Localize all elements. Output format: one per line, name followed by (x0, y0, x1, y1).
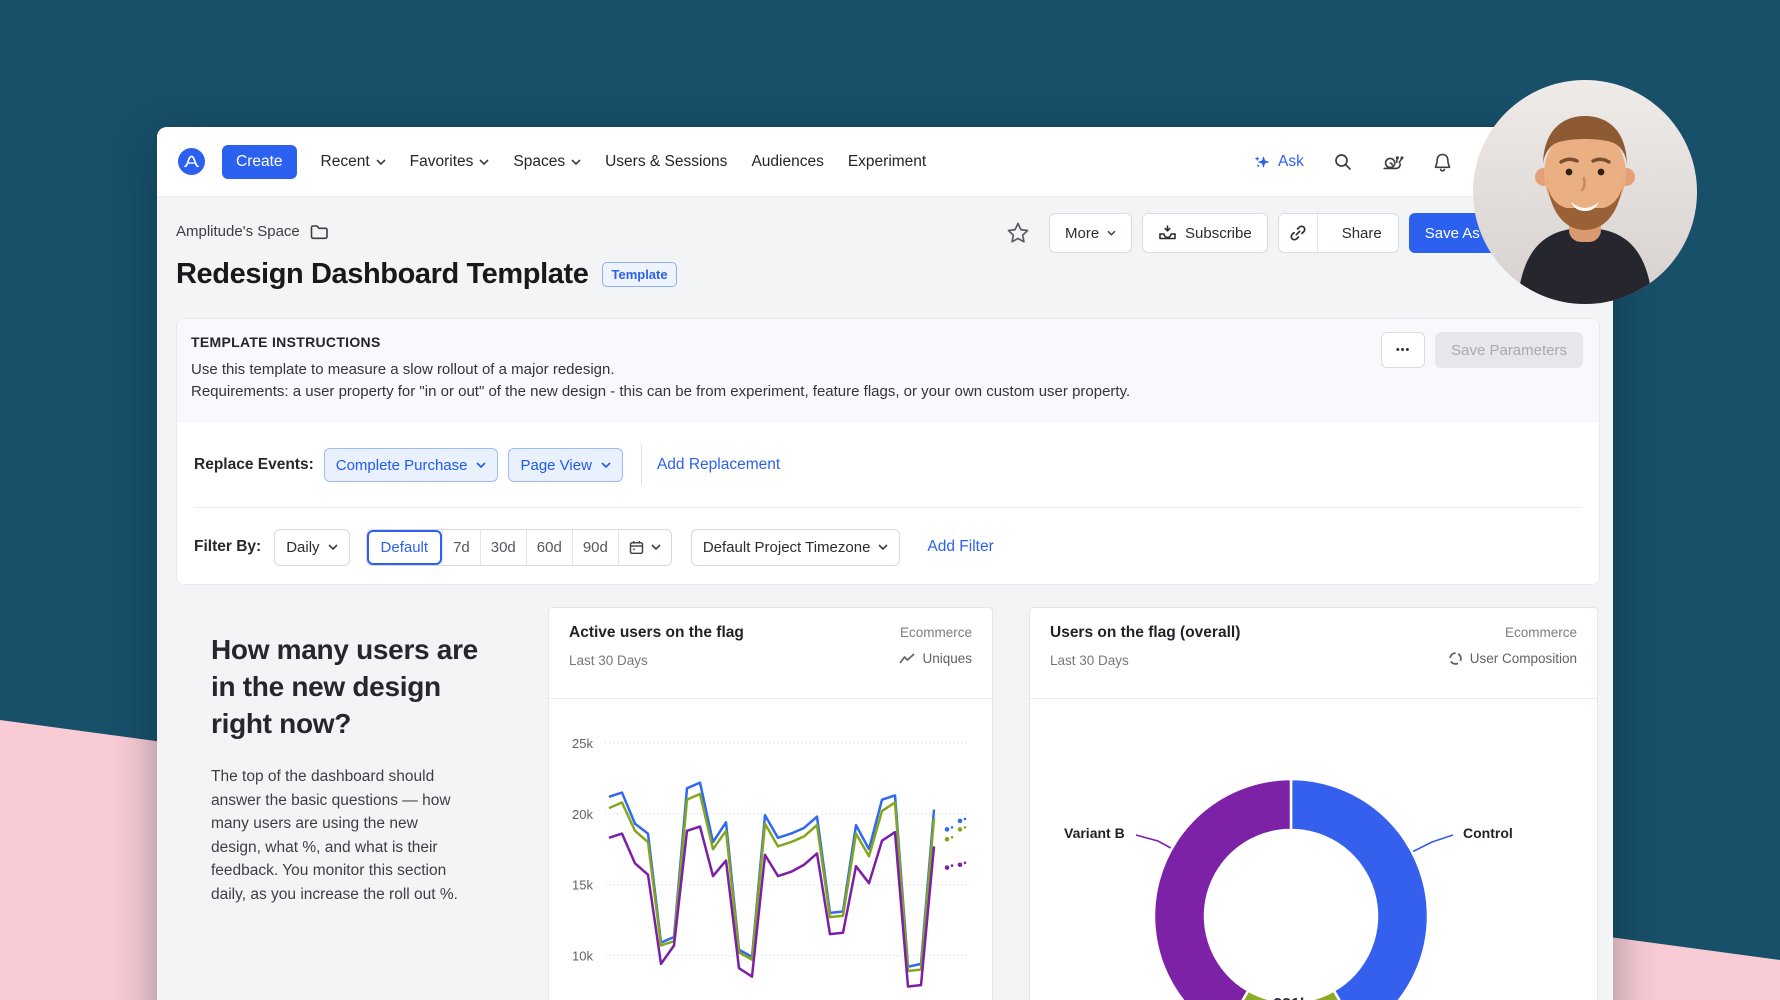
ellipsis-button[interactable]: ••• (1381, 332, 1425, 368)
top-nav: Create Recent Favorites Spaces Users & S… (157, 127, 1613, 197)
sparkle-icon (1253, 153, 1271, 171)
nav-item-spaces[interactable]: Spaces (513, 153, 581, 171)
svg-text:25k: 25k (572, 736, 593, 751)
more-button[interactable]: More (1049, 213, 1132, 253)
chart-metric: User Composition (1448, 651, 1577, 666)
chevron-down-icon (601, 462, 611, 468)
search-icon[interactable] (1333, 152, 1353, 172)
divider (641, 445, 642, 485)
timezone-select[interactable]: Default Project Timezone (691, 529, 901, 566)
svg-text:20k: 20k (572, 807, 593, 822)
ask-button[interactable]: Ask (1253, 153, 1304, 171)
header-actions: More Subscribe Share Save As New (1005, 213, 1541, 253)
snail-icon[interactable] (1382, 152, 1404, 172)
callout-line-control (1412, 835, 1453, 852)
event-chip-page-view[interactable]: Page View (508, 448, 622, 482)
nav-item-audiences[interactable]: Audiences (751, 153, 823, 171)
user-avatar[interactable] (1473, 80, 1697, 304)
chevron-down-icon (328, 544, 338, 550)
donut-chart-icon (1448, 651, 1463, 666)
template-instructions: TEMPLATE INSTRUCTIONS Use this template … (177, 319, 1599, 423)
slice-label-variant-b: Variant B (1064, 825, 1125, 841)
template-badge: Template (602, 262, 676, 287)
share-button[interactable]: Share (1326, 214, 1398, 252)
chevron-down-icon (878, 544, 888, 550)
chart-source: Ecommerce (1505, 625, 1577, 640)
add-filter-link[interactable]: Add Filter (927, 538, 993, 556)
svg-text:15k: 15k (572, 878, 593, 893)
chart-card-header: Users on the flag (overall) Last 30 Days… (1030, 608, 1597, 699)
chart-card-active-users[interactable]: Active users on the flag Last 30 Days Ec… (548, 607, 993, 1000)
chevron-down-icon (476, 462, 486, 468)
replace-events-row: Replace Events: Complete Purchase Page V… (177, 423, 1599, 507)
nav-item-recent[interactable]: Recent (321, 153, 386, 171)
page-title: Redesign Dashboard Template (176, 258, 588, 291)
donut-center-value: 331k (1241, 996, 1341, 1000)
chart-source: Ecommerce (900, 625, 972, 640)
title-row: Redesign Dashboard Template Template (176, 258, 677, 291)
instructions-actions: ••• Save Parameters (1381, 332, 1583, 368)
chevron-down-icon (1107, 230, 1116, 236)
line-chart-icon (899, 653, 915, 664)
breadcrumb[interactable]: Amplitude's Space (176, 223, 329, 240)
nav-item-experiment[interactable]: Experiment (848, 153, 926, 171)
subscribe-button[interactable]: Subscribe (1142, 213, 1268, 253)
share-split-button: Share (1278, 213, 1399, 253)
chart-card-users-overall[interactable]: Users on the flag (overall) Last 30 Days… (1029, 607, 1598, 1000)
app-window: Create Recent Favorites Spaces Users & S… (157, 127, 1613, 1000)
chart-card-header: Active users on the flag Last 30 Days Ec… (549, 608, 992, 699)
copy-link-icon[interactable] (1279, 214, 1318, 252)
chart-title: Users on the flag (overall) (1050, 624, 1240, 642)
bell-icon[interactable] (1433, 152, 1452, 173)
chevron-down-icon (571, 159, 581, 165)
add-replacement-link[interactable]: Add Replacement (657, 456, 780, 474)
folder-icon (310, 224, 329, 240)
range-90d[interactable]: 90d (572, 530, 618, 565)
save-parameters-button[interactable]: Save Parameters (1435, 332, 1583, 368)
subscribe-tray-icon (1158, 224, 1177, 242)
section-intro: How many users are in the new design rig… (211, 631, 487, 906)
line-chart: 25k 20k 15k 10k (549, 699, 994, 1000)
nav-right-group: Ask (1253, 127, 1452, 197)
instructions-heading: TEMPLATE INSTRUCTIONS (191, 334, 1581, 350)
range-7d[interactable]: 7d (442, 530, 480, 565)
custom-date-range[interactable] (618, 530, 671, 565)
instructions-line1: Use this template to measure a slow roll… (191, 359, 1581, 381)
filter-by-label: Filter By: (194, 538, 261, 556)
template-panel: TEMPLATE INSTRUCTIONS Use this template … (176, 318, 1600, 585)
section-description: The top of the dashboard should answer t… (211, 765, 469, 906)
granularity-select[interactable]: Daily (274, 529, 349, 566)
calendar-icon (629, 540, 644, 555)
donut-chart (1030, 699, 1599, 1000)
amplitude-logo-icon[interactable] (178, 148, 205, 175)
star-icon[interactable] (1005, 220, 1031, 246)
page: { "colors": { "background_teal": "#184F6… (0, 0, 1780, 1000)
chart-date-range: Last 30 Days (569, 653, 648, 668)
replace-events-label: Replace Events: (194, 456, 314, 474)
chart-title: Active users on the flag (569, 624, 744, 642)
svg-text:10k: 10k (572, 948, 593, 963)
range-60d[interactable]: 60d (526, 530, 572, 565)
create-button[interactable]: Create (222, 145, 297, 179)
chart-metric: Uniques (899, 651, 972, 666)
chevron-down-icon (376, 159, 386, 165)
filter-by-row: Filter By: Daily Default 7d 30d 60d 90d (177, 508, 1599, 586)
section-heading: How many users are in the new design rig… (211, 631, 487, 742)
instructions-line2: Requirements: a user property for "in or… (191, 381, 1581, 403)
range-30d[interactable]: 30d (480, 530, 526, 565)
nav-item-users-sessions[interactable]: Users & Sessions (605, 153, 727, 171)
chevron-down-icon (651, 544, 661, 550)
chart-date-range: Last 30 Days (1050, 653, 1129, 668)
nav-item-favorites[interactable]: Favorites (410, 153, 490, 171)
date-range-segmented-control: Default 7d 30d 60d 90d (366, 529, 672, 566)
range-default[interactable]: Default (367, 530, 443, 565)
chevron-down-icon (479, 159, 489, 165)
slice-label-control: Control (1463, 825, 1513, 841)
event-chip-complete-purchase[interactable]: Complete Purchase (324, 448, 499, 482)
